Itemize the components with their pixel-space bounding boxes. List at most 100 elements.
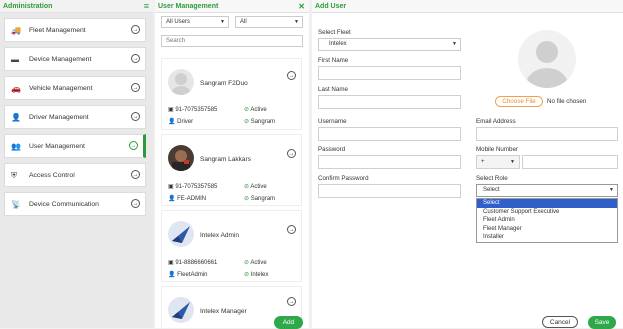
choose-file-button[interactable]: Choose File <box>495 96 543 107</box>
select-fleet-dropdown[interactable]: Intelex ▼ <box>318 38 461 51</box>
person-icon: 👤 <box>168 196 178 202</box>
owner-row: ⊘ Sangram <box>244 196 276 202</box>
role-option[interactable]: Fleet Manager <box>477 225 617 234</box>
no-file-text: No file chosen <box>547 98 587 105</box>
arrow-right-icon[interactable]: → <box>131 170 140 179</box>
add-user-title: Add User <box>315 3 347 10</box>
nav-label: Device Communication <box>29 201 99 208</box>
arrow-right-icon[interactable]: → <box>287 149 296 158</box>
arrow-right-icon[interactable]: → <box>131 112 140 121</box>
nav-label: Device Management <box>29 56 92 63</box>
password-label: Password <box>318 146 346 153</box>
cancel-button[interactable]: Cancel <box>542 316 578 328</box>
user-name: Intelex Manager <box>200 308 247 315</box>
user-card[interactable]: Sangram Lakkars → ▣ 91-7075357585 ⊘ Acti… <box>161 134 302 206</box>
nav-label: User Management <box>29 143 85 150</box>
country-code-select[interactable]: + ▼ <box>476 155 520 169</box>
role-row: 👤 FE-ADMIN <box>168 196 207 202</box>
car-icon: 🚗 <box>11 84 21 93</box>
role-option[interactable]: Fleet Admin <box>477 216 617 225</box>
chevron-down-icon: ▼ <box>220 19 225 25</box>
status-select[interactable]: All ▼ <box>235 16 303 28</box>
satellite-icon: 📡 <box>11 200 21 209</box>
status-value: All <box>240 19 247 25</box>
role-option[interactable]: Customer Support Executive <box>477 208 617 217</box>
nav-label: Driver Management <box>29 114 89 121</box>
chevron-down-icon: ▼ <box>609 187 614 193</box>
status-row: ⊘ Active <box>244 107 267 113</box>
search-input[interactable]: Search <box>161 35 303 47</box>
arrow-right-icon[interactable]: → <box>131 83 140 92</box>
phone-row: ▣ 91-7075357585 <box>168 107 218 113</box>
add-user-panel: Add User Select Fleet Intelex ▼ First Na… <box>312 0 623 329</box>
nav-device-management[interactable]: ▬ Device Management → <box>4 47 146 71</box>
nav-label: Fleet Management <box>29 27 86 34</box>
username-input[interactable] <box>318 127 461 141</box>
arrow-right-icon[interactable]: → <box>131 25 140 34</box>
admin-title: Administration <box>3 3 53 10</box>
add-button[interactable]: Add <box>274 316 303 329</box>
arrow-right-icon[interactable]: → <box>287 225 296 234</box>
check-circle-icon: ⊘ <box>244 196 251 202</box>
driver-icon: 👤 <box>11 113 21 122</box>
role-option[interactable]: Installer <box>477 233 617 242</box>
save-button[interactable]: Save <box>588 316 616 329</box>
check-circle-icon: ⊘ <box>244 119 251 125</box>
role-row: 👤 Driver <box>168 119 194 125</box>
select-role-label: Select Role <box>476 175 508 182</box>
person-icon: 👤 <box>168 119 178 125</box>
arrow-right-icon[interactable]: → <box>287 71 296 80</box>
person-icon: 👤 <box>168 272 178 278</box>
person-silhouette-icon <box>526 41 568 88</box>
nav-vehicle-management[interactable]: 🚗 Vehicle Management → <box>4 76 146 100</box>
avatar <box>168 145 194 171</box>
role-option[interactable]: Select <box>477 199 617 208</box>
user-card[interactable]: Sangram F2Duo → ▣ 91-7075357585 ⊘ Active… <box>161 58 302 130</box>
close-icon[interactable]: ✕ <box>298 0 305 13</box>
last-name-input[interactable] <box>318 95 461 109</box>
owner-row: ⊘ Intelex <box>244 272 269 278</box>
email-label: Email Address <box>476 118 516 125</box>
status-row: ⊘ Active <box>244 260 267 266</box>
user-card[interactable]: Intelex Admin → ▣ 91-8886660661 ⊘ Active… <box>161 210 302 282</box>
nav-driver-management[interactable]: 👤 Driver Management → <box>4 105 146 129</box>
user-name: Sangram F2Duo <box>200 80 248 87</box>
nav-device-communication[interactable]: 📡 Device Communication → <box>4 192 146 216</box>
user-name: Intelex Admin <box>200 232 240 239</box>
users-header: User Management ✕ <box>155 0 309 13</box>
arrow-right-icon[interactable]: → <box>131 199 140 208</box>
avatar <box>168 69 194 95</box>
arrow-right-icon[interactable]: → <box>131 54 140 63</box>
confirm-password-label: Confirm Password <box>318 175 369 182</box>
nav-user-management[interactable]: 👥 User Management → <box>4 134 146 158</box>
select-role-value: Select <box>483 187 500 193</box>
password-input[interactable] <box>318 155 461 169</box>
mobile-label: Mobile Number <box>476 146 518 153</box>
arrow-right-icon[interactable]: → <box>129 141 138 150</box>
arrow-right-icon[interactable]: → <box>287 297 296 306</box>
user-type-value: All Users <box>166 19 191 25</box>
email-input[interactable] <box>476 127 618 141</box>
intelex-logo <box>172 226 190 243</box>
nav-fleet-management[interactable]: 🚚 Fleet Management → <box>4 18 146 42</box>
shield-icon: ⛨ <box>11 171 17 180</box>
avatar <box>168 297 194 323</box>
avatar <box>168 221 194 247</box>
chevron-down-icon: ▼ <box>510 159 515 165</box>
username-label: Username <box>318 118 347 125</box>
first-name-input[interactable] <box>318 66 461 80</box>
intelex-logo <box>172 302 190 319</box>
phone-row: ▣ 91-8886660661 <box>168 260 218 266</box>
profile-avatar <box>518 30 576 88</box>
menu-icon[interactable]: ≡ <box>144 0 149 13</box>
user-type-select[interactable]: All Users ▼ <box>161 16 229 28</box>
confirm-password-input[interactable] <box>318 184 461 198</box>
nav-access-control[interactable]: ⛨ Access Control → <box>4 163 146 187</box>
first-name-label: First Name <box>318 57 349 64</box>
select-fleet-label: Select Fleet <box>318 29 351 36</box>
admin-header: Administration ≡ <box>0 0 153 13</box>
select-role-dropdown[interactable]: Select ▼ <box>476 184 618 197</box>
mobile-input[interactable] <box>522 155 618 169</box>
select-fleet-value: Intelex <box>329 41 347 47</box>
users-icon: 👥 <box>11 142 21 151</box>
